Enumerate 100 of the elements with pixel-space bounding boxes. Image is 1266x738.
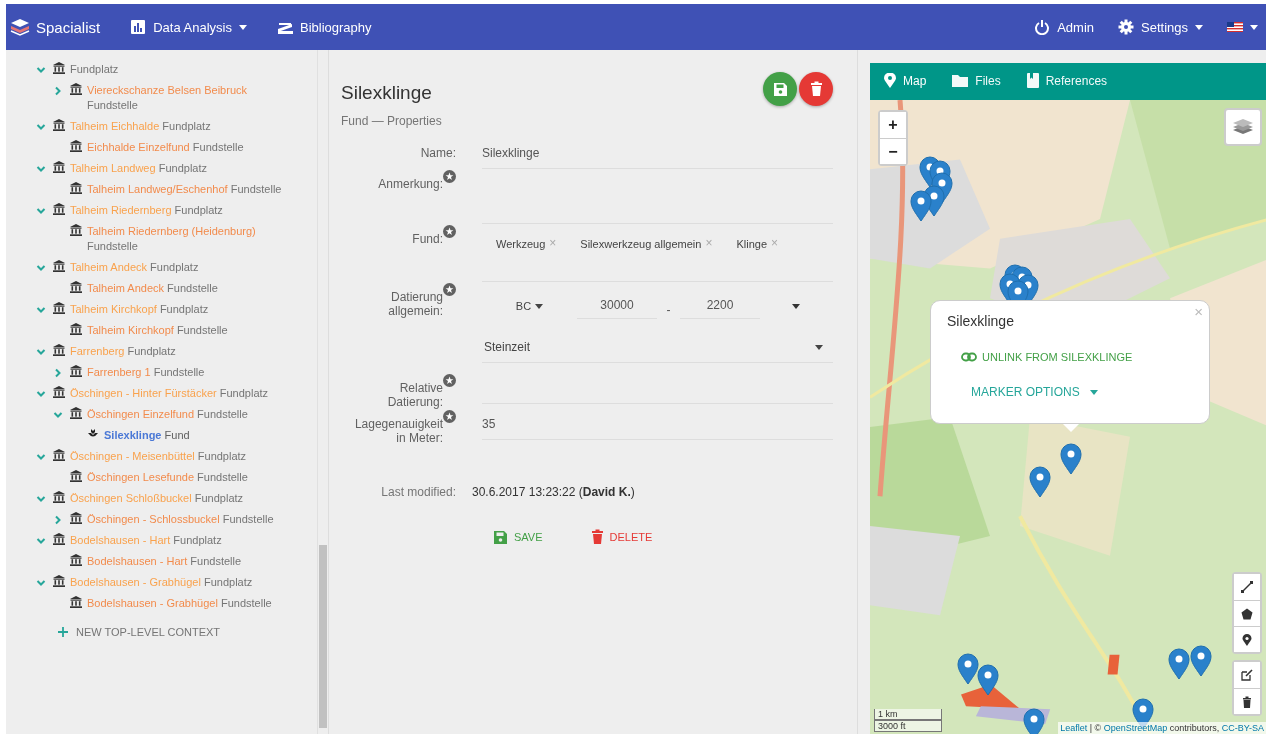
tree-item[interactable]: Öschingen Schloßbuckel Fundplatz xyxy=(70,491,287,506)
tree-item[interactable]: Öschingen - Schlossbuckel Fundstelle xyxy=(87,512,287,527)
collapse-chevron-icon[interactable] xyxy=(36,347,46,357)
map-marker-icon[interactable] xyxy=(1060,443,1082,475)
map-marker-icon[interactable] xyxy=(957,653,979,685)
tree-item[interactable]: Fundplatz xyxy=(70,62,287,77)
map-marker-icon[interactable] xyxy=(1023,708,1045,734)
expand-chevron-icon[interactable] xyxy=(53,515,63,525)
nav-menu-item[interactable]: Settings xyxy=(1118,19,1203,35)
tree-item[interactable]: Öschingen - Meisenbüttel Fundplatz xyxy=(70,449,287,464)
attribution-link[interactable]: Leaflet xyxy=(1060,723,1088,733)
map-marker-icon[interactable] xyxy=(977,664,999,696)
language-menu[interactable] xyxy=(1227,19,1258,35)
collapse-chevron-icon[interactable] xyxy=(36,164,46,174)
collapse-chevron-icon[interactable] xyxy=(36,536,46,546)
expand-chevron-icon[interactable] xyxy=(53,368,63,378)
scrollbar[interactable] xyxy=(317,50,328,734)
attribution-link[interactable]: OpenStreetMap xyxy=(1103,723,1168,733)
collapse-chevron-icon[interactable] xyxy=(36,263,46,273)
era-dropdown[interactable]: BC xyxy=(482,300,577,312)
collapse-chevron-icon[interactable] xyxy=(36,122,46,132)
record-subtitle: Fund — Properties xyxy=(341,114,442,128)
chart-icon xyxy=(130,19,147,35)
tree-item[interactable]: Öschingen - Hinter Fürstäcker Fundplatz xyxy=(70,386,287,401)
collapse-chevron-icon[interactable] xyxy=(36,65,46,75)
tree-item[interactable]: Bodelshausen - Hart Fundstelle xyxy=(87,554,287,569)
panel-tab[interactable]: Map xyxy=(882,69,929,94)
brand-name[interactable]: Spacialist xyxy=(36,18,101,36)
attribution-link[interactable]: CC-BY-SA xyxy=(1221,723,1264,733)
marker-options-button[interactable]: MARKER OPTIONS xyxy=(971,385,1098,399)
tag-input-field[interactable]: Werkzeug × Silexwerkzeug allgemein × Klinge × xyxy=(482,224,833,282)
input-field[interactable]: 2200 xyxy=(680,293,760,319)
input-field[interactable]: 35 xyxy=(482,409,833,440)
record-title: Silexklinge xyxy=(341,82,433,104)
flag-icon xyxy=(1227,19,1243,35)
input-field[interactable]: 30000 xyxy=(577,293,657,319)
tree-item[interactable]: Bodelshausen - Grabhügel Fundstelle xyxy=(87,596,287,611)
tree-item[interactable]: Talheim Andeck Fundplatz xyxy=(70,260,287,275)
nav-menu-item[interactable]: Bibliography xyxy=(276,19,372,35)
tree-item[interactable]: Farrenberg Fundplatz xyxy=(70,344,287,359)
collapse-chevron-icon[interactable] xyxy=(36,494,46,504)
panel-tab[interactable]: References xyxy=(1024,69,1110,94)
new-context-button[interactable]: NEW TOP-LEVEL CONTEXT xyxy=(58,626,221,638)
save-fab-button[interactable] xyxy=(763,72,797,106)
tree-item[interactable]: Silexklinge Fund xyxy=(104,428,287,443)
collapse-chevron-icon[interactable] xyxy=(36,305,46,315)
zoom-out-button[interactable]: − xyxy=(880,138,906,164)
building-icon xyxy=(53,491,65,503)
tree-item[interactable]: Talheim Kirchkopf Fundplatz xyxy=(70,302,287,317)
tree-item[interactable]: Talheim Landweg/Eschenhof Fundstelle xyxy=(87,182,287,197)
marker-cluster-drawing[interactable] xyxy=(910,156,953,222)
tree-item[interactable]: Talheim Eichhalde Fundplatz xyxy=(70,119,287,134)
input-field[interactable]: Silexklinge xyxy=(482,138,833,169)
map-marker-icon[interactable] xyxy=(1190,645,1212,677)
tree-item[interactable]: Farrenberg 1 Fundstelle xyxy=(87,365,287,380)
tree-item[interactable]: Bodelshausen - Grabhügel Fundplatz xyxy=(70,575,287,590)
tree-item[interactable]: Viereckschanze Belsen Beibruck Fundstelle xyxy=(87,83,287,113)
field-label: Datierung allgemein: xyxy=(387,290,443,318)
save-button[interactable]: SAVE xyxy=(493,529,543,545)
tree-item[interactable]: Talheim Riedernberg Fundplatz xyxy=(70,203,287,218)
save-icon xyxy=(772,81,788,97)
expand-chevron-icon[interactable] xyxy=(53,86,63,96)
collapse-chevron-icon[interactable] xyxy=(53,410,63,420)
star-icon[interactable] xyxy=(443,225,456,238)
range-separator: - xyxy=(665,303,672,317)
tree-item[interactable]: Talheim Riedernberg (Heidenburg) Fundstelle xyxy=(87,224,287,254)
collapse-chevron-icon[interactable] xyxy=(36,578,46,588)
map-marker-icon[interactable] xyxy=(1029,466,1051,498)
star-icon[interactable] xyxy=(443,410,456,423)
remove-tag-button[interactable]: × xyxy=(705,238,713,281)
tree-item[interactable]: Öschingen Lesefunde Fundstelle xyxy=(87,470,287,485)
unlink-button[interactable]: UNLINK FROM SILEXKLINGE xyxy=(961,351,1133,363)
tree-item[interactable]: Talheim Kirchkopf Fundstelle xyxy=(87,323,287,338)
select-field[interactable]: Steinzeit xyxy=(482,332,833,363)
collapse-chevron-icon[interactable] xyxy=(36,206,46,216)
tree-item[interactable]: Bodelshausen - Hart Fundplatz xyxy=(70,533,287,548)
star-icon[interactable] xyxy=(443,170,456,183)
draw-marker-button[interactable] xyxy=(1234,626,1260,652)
nav-menu-item[interactable]: Admin xyxy=(1034,19,1094,35)
polygon-shape[interactable] xyxy=(1107,654,1120,675)
collapse-chevron-icon[interactable] xyxy=(36,389,46,399)
building-icon xyxy=(70,140,82,152)
star-icon[interactable] xyxy=(443,283,456,296)
tree-item[interactable]: Eichhalde Einzelfund Fundstelle xyxy=(87,140,287,155)
collapse-chevron-icon[interactable] xyxy=(36,452,46,462)
panel-tab[interactable]: Files xyxy=(950,69,1003,94)
delete-fab-button[interactable] xyxy=(799,72,833,106)
settings-icon xyxy=(1118,19,1134,35)
building-icon xyxy=(53,62,65,74)
delete-button[interactable]: DELETE xyxy=(590,529,653,545)
layers-button[interactable] xyxy=(1224,108,1262,146)
field-label: Relative Datierung: xyxy=(386,381,443,409)
caret-icon[interactable] xyxy=(792,303,800,309)
tree-item[interactable]: Talheim Landweg Fundplatz xyxy=(70,161,287,176)
tree-item[interactable]: Talheim Andeck Fundstelle xyxy=(87,281,287,296)
tree-item[interactable]: Öschingen Einzelfund Fundstelle xyxy=(87,407,287,422)
star-icon[interactable] xyxy=(443,374,456,387)
map-marker-icon[interactable] xyxy=(1168,648,1190,680)
delete-layers-button[interactable] xyxy=(1234,688,1260,714)
nav-menu-item[interactable]: Data Analysis xyxy=(130,19,247,35)
